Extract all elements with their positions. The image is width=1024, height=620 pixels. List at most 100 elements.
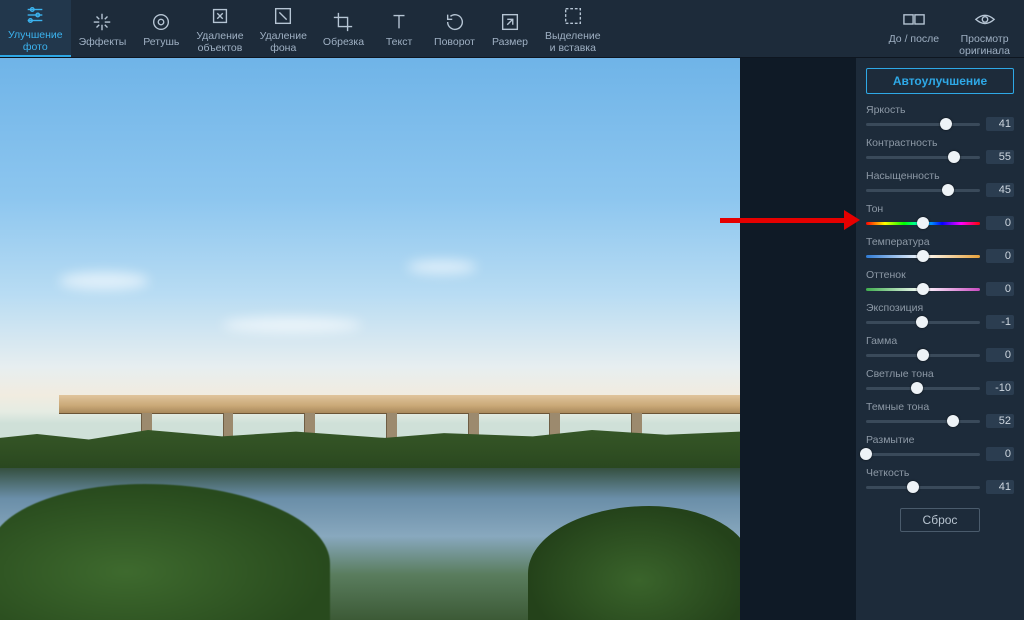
slider-temperature: Температура0 xyxy=(866,236,1014,263)
slider-track[interactable] xyxy=(866,453,980,456)
slider-value: 41 xyxy=(986,480,1014,494)
slider-thumb[interactable] xyxy=(917,349,929,361)
erase-bg-icon xyxy=(272,5,294,27)
slider-value: 41 xyxy=(986,117,1014,131)
slider-thumb[interactable] xyxy=(948,151,960,163)
slider-value: 0 xyxy=(986,282,1014,296)
tool-remove-obj[interactable]: Удаление объектов xyxy=(188,0,251,57)
slider-label: Светлые тона xyxy=(866,368,1014,380)
slider-track[interactable] xyxy=(866,420,980,423)
slider-thumb[interactable] xyxy=(860,448,872,460)
compare-icon xyxy=(903,8,925,30)
reset-button[interactable]: Сброс xyxy=(900,508,980,532)
slider-track[interactable] xyxy=(866,288,980,291)
view-original-label: Просмотр оригинала xyxy=(959,34,1010,57)
slider-thumb[interactable] xyxy=(940,118,952,130)
slider-label: Размытие xyxy=(866,434,1014,446)
tool-select-paste[interactable]: Выделение и вставка xyxy=(537,0,609,57)
slider-track[interactable] xyxy=(866,222,980,225)
slider-contrast: Контрастность55 xyxy=(866,137,1014,164)
slider-value: 0 xyxy=(986,447,1014,461)
tool-label: Текст xyxy=(386,37,412,49)
slider-thumb[interactable] xyxy=(947,415,959,427)
before-after-button[interactable]: До / после xyxy=(879,0,950,50)
slider-value: 52 xyxy=(986,414,1014,428)
slider-label: Контрастность xyxy=(866,137,1014,149)
slider-label: Оттенок xyxy=(866,269,1014,281)
slider-value: 45 xyxy=(986,183,1014,197)
slider-saturation: Насыщенность45 xyxy=(866,170,1014,197)
slider-shadows: Темные тона52 xyxy=(866,401,1014,428)
tool-label: Улучшение фото xyxy=(8,30,63,53)
tool-label: Удаление объектов xyxy=(196,31,243,54)
slider-sharpness: Четкость41 xyxy=(866,467,1014,494)
slider-track[interactable] xyxy=(866,486,980,489)
tool-label: Размер xyxy=(492,37,528,49)
auto-enhance-button[interactable]: Автоулучшение xyxy=(866,68,1014,94)
tool-label: Обрезка xyxy=(323,37,364,49)
slider-thumb[interactable] xyxy=(916,316,928,328)
slider-label: Насыщенность xyxy=(866,170,1014,182)
slider-brightness: Яркость41 xyxy=(866,104,1014,131)
slider-thumb[interactable] xyxy=(917,283,929,295)
slider-thumb[interactable] xyxy=(911,382,923,394)
slider-label: Темные тона xyxy=(866,401,1014,413)
slider-label: Четкость xyxy=(866,467,1014,479)
tool-enhance[interactable]: Улучшение фото xyxy=(0,0,71,57)
select-icon xyxy=(562,5,584,27)
slider-track[interactable] xyxy=(866,255,980,258)
tool-text[interactable]: Текст xyxy=(372,0,426,57)
slider-label: Экспозиция xyxy=(866,302,1014,314)
tool-retouch[interactable]: Ретушь xyxy=(134,0,188,57)
workspace xyxy=(0,58,856,620)
slider-track[interactable] xyxy=(866,123,980,126)
slider-value: -1 xyxy=(986,315,1014,329)
slider-track[interactable] xyxy=(866,354,980,357)
slider-thumb[interactable] xyxy=(917,250,929,262)
slider-label: Тон xyxy=(866,203,1014,215)
view-original-button[interactable]: Просмотр оригинала xyxy=(949,0,1020,61)
crop-icon xyxy=(332,11,354,33)
slider-value: 55 xyxy=(986,150,1014,164)
slider-highlights: Светлые тона-10 xyxy=(866,368,1014,395)
tool-label: Поворот xyxy=(434,37,475,49)
sparkle-icon xyxy=(91,11,113,33)
slider-track[interactable] xyxy=(866,321,980,324)
resize-icon xyxy=(499,11,521,33)
tool-resize[interactable]: Размер xyxy=(483,0,537,57)
slider-value: 0 xyxy=(986,249,1014,263)
slider-track[interactable] xyxy=(866,156,980,159)
slider-track[interactable] xyxy=(866,189,980,192)
annotation-arrow xyxy=(720,210,860,230)
slider-tint: Оттенок0 xyxy=(866,269,1014,296)
slider-exposure: Экспозиция-1 xyxy=(866,302,1014,329)
tool-label: Выделение и вставка xyxy=(545,31,601,54)
slider-label: Яркость xyxy=(866,104,1014,116)
before-after-label: До / после xyxy=(889,34,940,46)
adjustments-panel: Автоулучшение Яркость41Контрастность55На… xyxy=(856,58,1024,620)
slider-thumb[interactable] xyxy=(942,184,954,196)
target-icon xyxy=(150,11,172,33)
text-icon xyxy=(388,11,410,33)
slider-hue: Тон0 xyxy=(866,203,1014,230)
slider-track[interactable] xyxy=(866,387,980,390)
image-canvas[interactable] xyxy=(0,58,740,620)
tool-label: Эффекты xyxy=(79,37,127,49)
slider-blur: Размытие0 xyxy=(866,434,1014,461)
slider-label: Гамма xyxy=(866,335,1014,347)
tool-crop[interactable]: Обрезка xyxy=(315,0,372,57)
slider-value: 0 xyxy=(986,348,1014,362)
sliders-icon xyxy=(24,4,46,26)
slider-label: Температура xyxy=(866,236,1014,248)
tool-label: Удаление фона xyxy=(260,31,307,54)
slider-value: -10 xyxy=(986,381,1014,395)
slider-thumb[interactable] xyxy=(917,217,929,229)
tool-rotate[interactable]: Поворот xyxy=(426,0,483,57)
tool-effects[interactable]: Эффекты xyxy=(71,0,135,57)
tool-remove-bg[interactable]: Удаление фона xyxy=(252,0,315,57)
slider-thumb[interactable] xyxy=(907,481,919,493)
erase-obj-icon xyxy=(209,5,231,27)
slider-value: 0 xyxy=(986,216,1014,230)
slider-gamma: Гамма0 xyxy=(866,335,1014,362)
rotate-icon xyxy=(444,11,466,33)
